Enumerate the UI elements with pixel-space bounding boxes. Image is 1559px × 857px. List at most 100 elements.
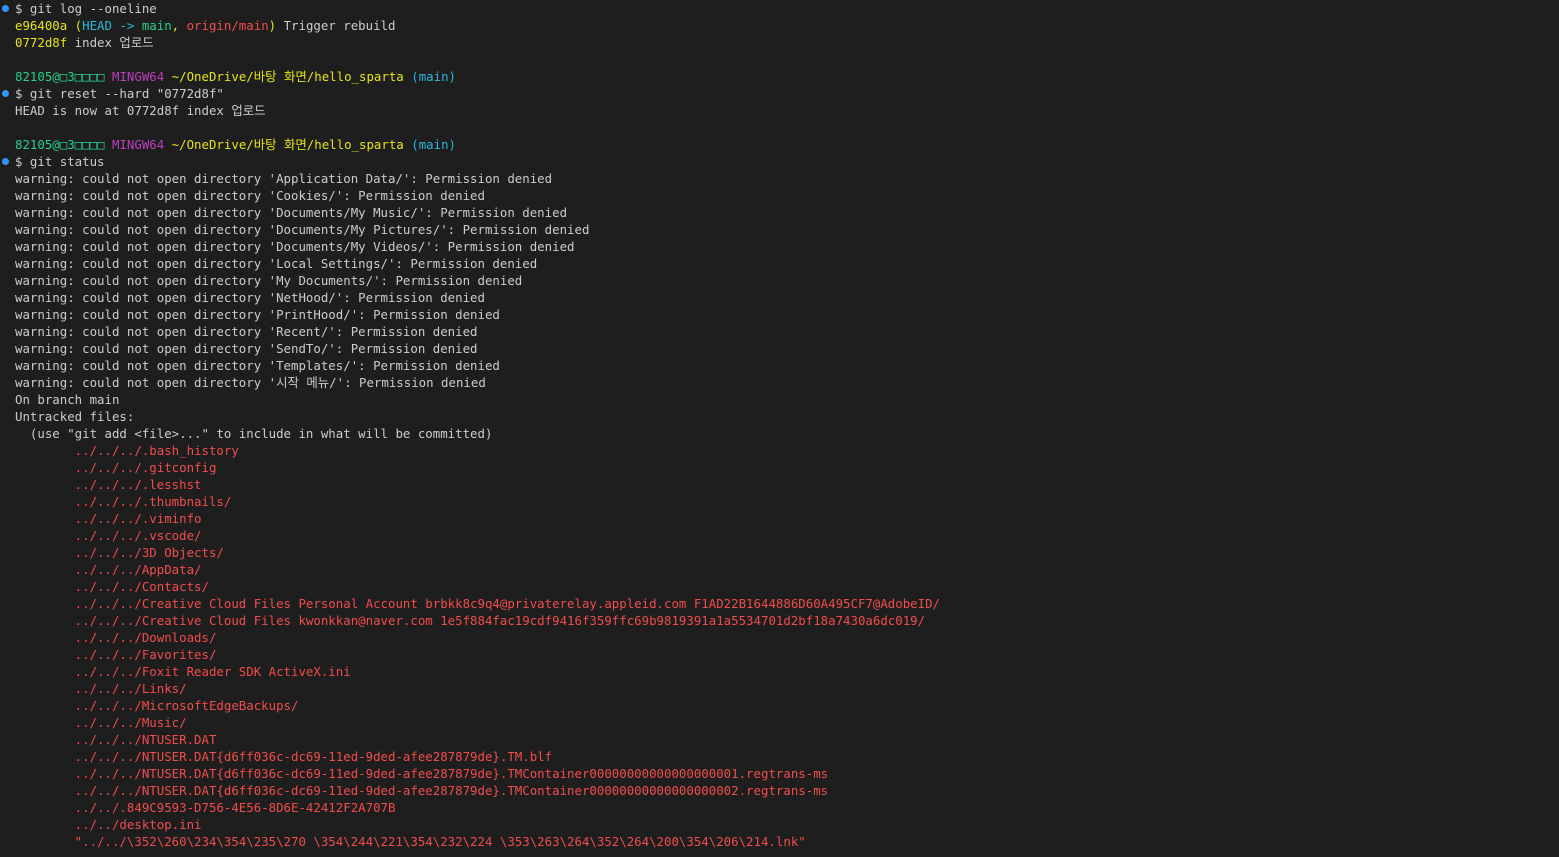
terminal-line: ../../../Favorites/: [0, 646, 1559, 663]
terminal-line: warning: could not open directory '시작 메뉴…: [0, 374, 1559, 391]
terminal-text-segment: warning: could not open directory 'Docum…: [15, 239, 575, 254]
terminal-text-segment: ../../../NTUSER.DAT{d6ff036c-dc69-11ed-9…: [15, 783, 829, 798]
terminal-text-segment: ~/OneDrive/바탕 화면/hello_sparta: [164, 69, 404, 84]
terminal-text-segment: warning: could not open directory 'Cooki…: [15, 188, 485, 203]
terminal-line: ../../../Foxit Reader SDK ActiveX.ini: [0, 663, 1559, 680]
terminal-text-segment: ../../../.viminfo: [15, 511, 202, 526]
terminal-line: HEAD is now at 0772d8f index 업로드: [0, 102, 1559, 119]
terminal-text-segment: HEAD ->: [82, 18, 142, 33]
command-marker-icon[interactable]: [2, 5, 9, 12]
terminal-line: warning: could not open directory 'Cooki…: [0, 187, 1559, 204]
terminal-text-segment: ../../../Contacts/: [15, 579, 209, 594]
terminal-line: ../../../NTUSER.DAT{d6ff036c-dc69-11ed-9…: [0, 748, 1559, 765]
terminal-text-segment: $ git log --oneline: [15, 1, 157, 16]
terminal-text-segment: (use "git add <file>..." to include in w…: [15, 426, 493, 441]
terminal-line: ../../../Downloads/: [0, 629, 1559, 646]
terminal-text-segment: ../../../Music/: [15, 715, 187, 730]
terminal-text-segment: warning: could not open directory 'NetHo…: [15, 290, 485, 305]
terminal-line: 82105@□3□□□□ MINGW64 ~/OneDrive/바탕 화면/he…: [0, 136, 1559, 153]
command-marker-icon[interactable]: [2, 90, 9, 97]
terminal-text-segment: ../../../Links/: [15, 681, 187, 696]
terminal-text-segment: $ git reset --hard "0772d8f": [15, 86, 224, 101]
terminal-line: $ git reset --hard "0772d8f": [0, 85, 1559, 102]
terminal-text-segment: ../../../Downloads/: [15, 630, 217, 645]
terminal-line: $ git log --oneline: [0, 0, 1559, 17]
terminal-text-segment: warning: could not open directory 'Docum…: [15, 205, 568, 220]
terminal-text-segment: 0772d8f: [15, 35, 68, 50]
terminal-line: warning: could not open directory 'Print…: [0, 306, 1559, 323]
terminal-line: ../../../3D Objects/: [0, 544, 1559, 561]
terminal-text-segment: ../../../NTUSER.DAT{d6ff036c-dc69-11ed-9…: [15, 749, 553, 764]
terminal-text-segment: "../../\352\260\234\354\235\270 \354\244…: [15, 834, 806, 849]
terminal-line: warning: could not open directory 'My Do…: [0, 272, 1559, 289]
command-marker-icon[interactable]: [2, 158, 9, 165]
terminal-output[interactable]: $ git log --oneline e96400a (HEAD -> main…: [0, 0, 1559, 857]
terminal-line: warning: could not open directory 'Local…: [0, 255, 1559, 272]
terminal-line: Untracked files:: [0, 408, 1559, 425]
terminal-line: (use "git add <file>..." to include in w…: [0, 425, 1559, 442]
terminal-text-segment: MINGW64: [104, 69, 165, 84]
terminal-line: warning: could not open directory 'Templ…: [0, 357, 1559, 374]
terminal-line: ../../../.viminfo: [0, 510, 1559, 527]
terminal-line: ../../../Music/: [0, 714, 1559, 731]
terminal-text-segment: Trigger rebuild: [276, 18, 396, 33]
terminal-line: warning: could not open directory 'SendT…: [0, 340, 1559, 357]
terminal-text-segment: warning: could not open directory 'Print…: [15, 307, 500, 322]
terminal-text-segment: (main): [403, 69, 456, 84]
terminal-line: warning: could not open directory 'Appli…: [0, 170, 1559, 187]
terminal-text-segment: (: [67, 18, 83, 33]
terminal-line: ../../.849C9593-D756-4E56-8D6E-42412F2A7…: [0, 799, 1559, 816]
terminal-line: $ git status: [0, 153, 1559, 170]
terminal-text-segment: main: [141, 18, 172, 33]
terminal-text-segment: ../../../NTUSER.DAT: [15, 732, 217, 747]
terminal-text-segment: ../../../.thumbnails/: [15, 494, 232, 509]
terminal-text-segment: ../../../3D Objects/: [15, 545, 224, 560]
terminal-line: ../../../.gitconfig: [0, 459, 1559, 476]
terminal-text-segment: ../../../AppData/: [15, 562, 202, 577]
terminal-line: warning: could not open directory 'Docum…: [0, 204, 1559, 221]
terminal-line: ../../../.vscode/: [0, 527, 1559, 544]
terminal-text-segment: warning: could not open directory 'Appli…: [15, 171, 553, 186]
terminal-text-segment: $ git status: [15, 154, 105, 169]
terminal-text-segment: warning: could not open directory 'Templ…: [15, 358, 500, 373]
terminal-text-segment: warning: could not open directory 'Recen…: [15, 324, 478, 339]
terminal-text-segment: ../../../.gitconfig: [15, 460, 217, 475]
terminal-text-segment: ../../../.lesshst: [15, 477, 202, 492]
terminal-line: ../../../MicrosoftEdgeBackups/: [0, 697, 1559, 714]
terminal-text-segment: ~/OneDrive/바탕 화면/hello_sparta: [164, 137, 404, 152]
terminal-text-segment: ): [268, 18, 277, 33]
terminal-text-segment: On branch main: [15, 392, 120, 407]
terminal-line: ../../../NTUSER.DAT{d6ff036c-dc69-11ed-9…: [0, 765, 1559, 782]
terminal-line: ../../desktop.ini: [0, 816, 1559, 833]
terminal-line: ../../../NTUSER.DAT: [0, 731, 1559, 748]
terminal-text-segment: ../../../Creative Cloud Files kwonkkan@n…: [15, 613, 926, 628]
terminal-text-segment: warning: could not open directory 'Local…: [15, 256, 538, 271]
terminal-line: "../../\352\260\234\354\235\270 \354\244…: [0, 833, 1559, 850]
terminal-text-segment: warning: could not open directory 'Docum…: [15, 222, 590, 237]
terminal-line: ../../../Creative Cloud Files Personal A…: [0, 595, 1559, 612]
terminal-text-segment: HEAD is now at 0772d8f index 업로드: [15, 103, 266, 118]
terminal-text-segment: Untracked files:: [15, 409, 135, 424]
terminal-text-segment: 82105@□3□□□□: [15, 137, 105, 152]
terminal-line: 0772d8f index 업로드: [0, 34, 1559, 51]
terminal-text-segment: ../../../.bash_history: [15, 443, 239, 458]
terminal-line: warning: could not open directory 'NetHo…: [0, 289, 1559, 306]
terminal-line: ../../../.lesshst: [0, 476, 1559, 493]
terminal-text-segment: (main): [403, 137, 456, 152]
terminal-line: ../../../AppData/: [0, 561, 1559, 578]
terminal-line: e96400a (HEAD -> main, origin/main) Trig…: [0, 17, 1559, 34]
terminal-text-segment: ../../../NTUSER.DAT{d6ff036c-dc69-11ed-9…: [15, 766, 829, 781]
terminal-line: 82105@□3□□□□ MINGW64 ~/OneDrive/바탕 화면/he…: [0, 68, 1559, 85]
terminal-text-segment: warning: could not open directory '시작 메뉴…: [15, 375, 486, 390]
terminal-text-segment: e96400a: [15, 18, 68, 33]
terminal-text-segment: ../../.849C9593-D756-4E56-8D6E-42412F2A7…: [15, 800, 396, 815]
terminal-line: ../../../NTUSER.DAT{d6ff036c-dc69-11ed-9…: [0, 782, 1559, 799]
terminal-line: ../../../Creative Cloud Files kwonkkan@n…: [0, 612, 1559, 629]
terminal-text-segment: ../../../Creative Cloud Files Personal A…: [15, 596, 941, 611]
terminal-text-segment: ../../../MicrosoftEdgeBackups/: [15, 698, 299, 713]
terminal-text-segment: origin/main: [186, 18, 269, 33]
terminal-text-segment: warning: could not open directory 'My Do…: [15, 273, 523, 288]
terminal-text-segment: warning: could not open directory 'SendT…: [15, 341, 478, 356]
terminal-line: On branch main: [0, 391, 1559, 408]
